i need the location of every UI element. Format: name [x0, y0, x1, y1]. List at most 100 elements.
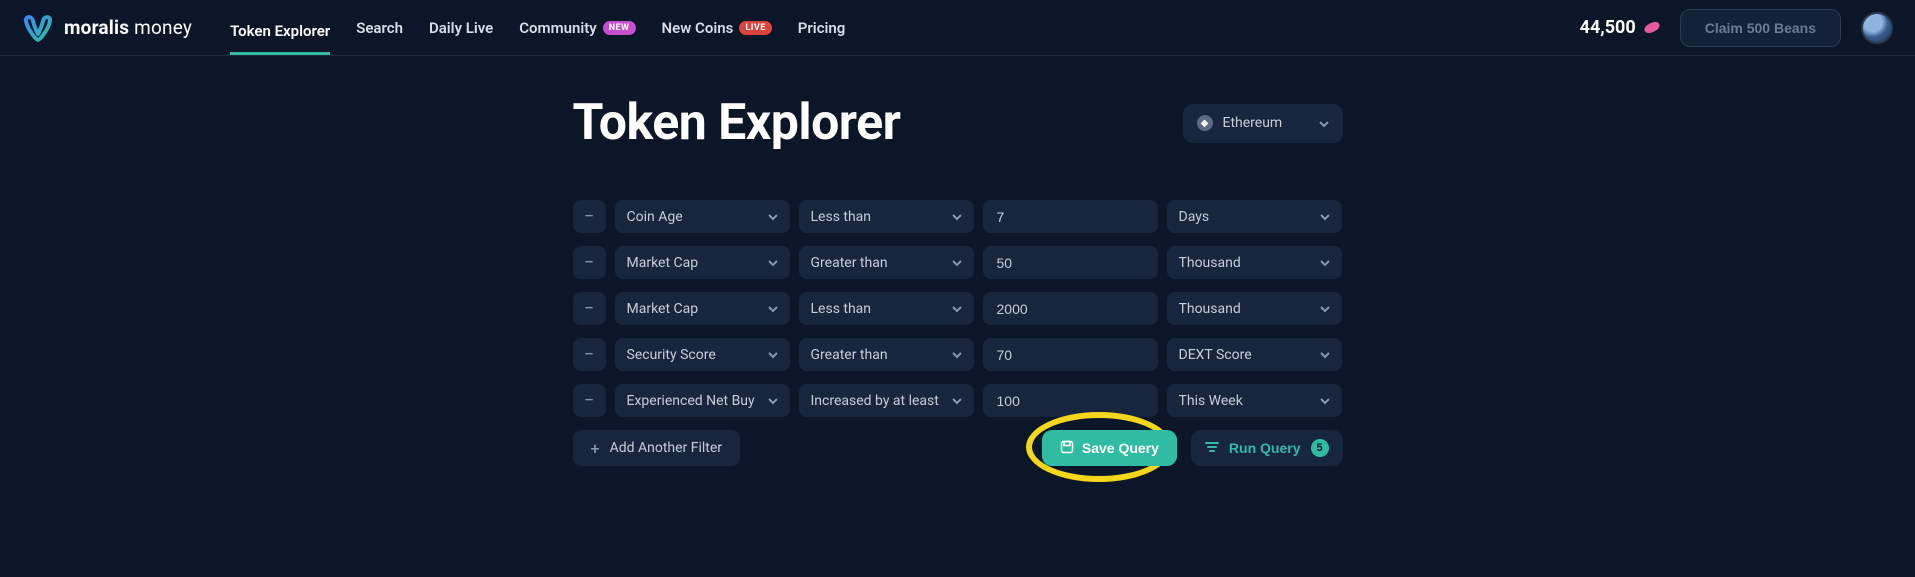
- metric-label: Market Cap: [627, 255, 768, 271]
- chevron-down-icon: [1320, 304, 1330, 314]
- save-query-label: Save Query: [1082, 440, 1159, 456]
- unit-label: Days: [1179, 209, 1320, 225]
- unit-select[interactable]: Thousand: [1167, 292, 1342, 325]
- bean-count-value: 44,500: [1580, 17, 1636, 38]
- metric-select[interactable]: Coin Age: [615, 200, 790, 233]
- filter-row: − Market Cap Less than Thousand: [573, 292, 1343, 325]
- comparator-select[interactable]: Less than: [799, 292, 974, 325]
- brand-logo[interactable]: moralis money: [22, 14, 192, 42]
- metric-select[interactable]: Market Cap: [615, 292, 790, 325]
- add-filter-button[interactable]: + Add Another Filter: [573, 430, 741, 466]
- chevron-down-icon: [952, 396, 962, 406]
- nav-search[interactable]: Search: [356, 13, 403, 43]
- unit-select[interactable]: Days: [1167, 200, 1342, 233]
- nav-pricing[interactable]: Pricing: [798, 13, 846, 43]
- nav-token-explorer[interactable]: Token Explorer: [230, 16, 330, 55]
- filter-row: − Market Cap Greater than Thousand: [573, 246, 1343, 279]
- chain-label: Ethereum: [1223, 115, 1309, 131]
- run-count-badge: 5: [1311, 439, 1329, 457]
- value-input[interactable]: [983, 200, 1158, 233]
- claim-beans-button[interactable]: Claim 500 Beans: [1680, 9, 1841, 47]
- plus-icon: +: [591, 439, 600, 458]
- nav-new-coins[interactable]: New Coins LIVE: [662, 13, 772, 43]
- comparator-label: Less than: [811, 209, 952, 225]
- value-input[interactable]: [983, 246, 1158, 279]
- remove-filter-button[interactable]: −: [573, 246, 606, 279]
- new-badge: NEW: [603, 21, 636, 35]
- chevron-down-icon: [952, 304, 962, 314]
- ethereum-icon: ◆: [1197, 115, 1213, 131]
- comparator-select[interactable]: Increased by at least: [799, 384, 974, 417]
- run-query-button[interactable]: Run Query 5: [1191, 430, 1343, 466]
- add-filter-label: Add Another Filter: [610, 440, 722, 456]
- unit-select[interactable]: DEXT Score: [1167, 338, 1342, 371]
- metric-label: Experienced Net Buy: [627, 393, 768, 409]
- metric-label: Security Score: [627, 347, 768, 363]
- page-title: Token Explorer: [573, 94, 901, 152]
- bean-icon: [1643, 20, 1661, 35]
- comparator-label: Increased by at least: [811, 393, 952, 409]
- metric-label: Coin Age: [627, 209, 768, 225]
- logo-mark-icon: [22, 14, 54, 42]
- metric-select[interactable]: Security Score: [615, 338, 790, 371]
- comparator-select[interactable]: Less than: [799, 200, 974, 233]
- chevron-down-icon: [952, 350, 962, 360]
- chevron-down-icon: [768, 396, 778, 406]
- chevron-down-icon: [1320, 258, 1330, 268]
- chevron-down-icon: [768, 304, 778, 314]
- value-input[interactable]: [983, 384, 1158, 417]
- value-input[interactable]: [983, 338, 1158, 371]
- chevron-down-icon: [952, 212, 962, 222]
- comparator-select[interactable]: Greater than: [799, 338, 974, 371]
- save-query-button[interactable]: Save Query: [1042, 430, 1177, 466]
- filter-row: − Security Score Greater than DEXT Score: [573, 338, 1343, 371]
- chevron-down-icon: [1320, 212, 1330, 222]
- filter-row: − Experienced Net Buy Increased by at leas…: [573, 384, 1343, 417]
- metric-select[interactable]: Market Cap: [615, 246, 790, 279]
- nav-new-coins-label: New Coins: [662, 19, 734, 37]
- remove-filter-button[interactable]: −: [573, 384, 606, 417]
- live-badge: LIVE: [739, 21, 771, 35]
- brand-name: moralis money: [64, 16, 192, 39]
- bean-count: 44,500: [1580, 17, 1660, 38]
- metric-select[interactable]: Experienced Net Buy: [615, 384, 790, 417]
- nav-daily-live[interactable]: Daily Live: [429, 13, 493, 43]
- remove-filter-button[interactable]: −: [573, 200, 606, 233]
- remove-filter-button[interactable]: −: [573, 292, 606, 325]
- unit-label: DEXT Score: [1179, 347, 1320, 363]
- comparator-select[interactable]: Greater than: [799, 246, 974, 279]
- chevron-down-icon: [1319, 114, 1329, 133]
- comparator-label: Greater than: [811, 347, 952, 363]
- chain-select[interactable]: ◆ Ethereum: [1183, 104, 1343, 143]
- filter-row: − Coin Age Less than Days: [573, 200, 1343, 233]
- chevron-down-icon: [1320, 350, 1330, 360]
- main-nav: Token Explorer Search Daily Live Communi…: [230, 13, 845, 43]
- run-query-label: Run Query: [1229, 440, 1301, 456]
- page-header: Token Explorer ◆ Ethereum: [573, 94, 1343, 152]
- unit-label: This Week: [1179, 393, 1320, 409]
- topbar-right: 44,500 Claim 500 Beans: [1580, 9, 1893, 47]
- unit-label: Thousand: [1179, 255, 1320, 271]
- metric-label: Market Cap: [627, 301, 768, 317]
- chevron-down-icon: [768, 350, 778, 360]
- unit-label: Thousand: [1179, 301, 1320, 317]
- remove-filter-button[interactable]: −: [573, 338, 606, 371]
- unit-select[interactable]: Thousand: [1167, 246, 1342, 279]
- actions-row: + Add Another Filter Save Query: [573, 430, 1343, 466]
- chevron-down-icon: [952, 258, 962, 268]
- save-icon: [1060, 440, 1074, 457]
- filter-list: − Coin Age Less than Days − Market Cap Greater…: [573, 200, 1343, 417]
- avatar[interactable]: [1861, 12, 1893, 44]
- value-input[interactable]: [983, 292, 1158, 325]
- comparator-label: Less than: [811, 301, 952, 317]
- comparator-label: Greater than: [811, 255, 952, 271]
- chevron-down-icon: [768, 258, 778, 268]
- main-content: Token Explorer ◆ Ethereum − Coin Age Less …: [0, 56, 1915, 466]
- filter-icon: [1205, 440, 1219, 457]
- chevron-down-icon: [768, 212, 778, 222]
- chevron-down-icon: [1320, 396, 1330, 406]
- topbar: moralis money Token Explorer Search Dail…: [0, 0, 1915, 56]
- unit-select[interactable]: This Week: [1167, 384, 1342, 417]
- nav-community[interactable]: Community NEW: [519, 13, 635, 43]
- nav-community-label: Community: [519, 19, 597, 37]
